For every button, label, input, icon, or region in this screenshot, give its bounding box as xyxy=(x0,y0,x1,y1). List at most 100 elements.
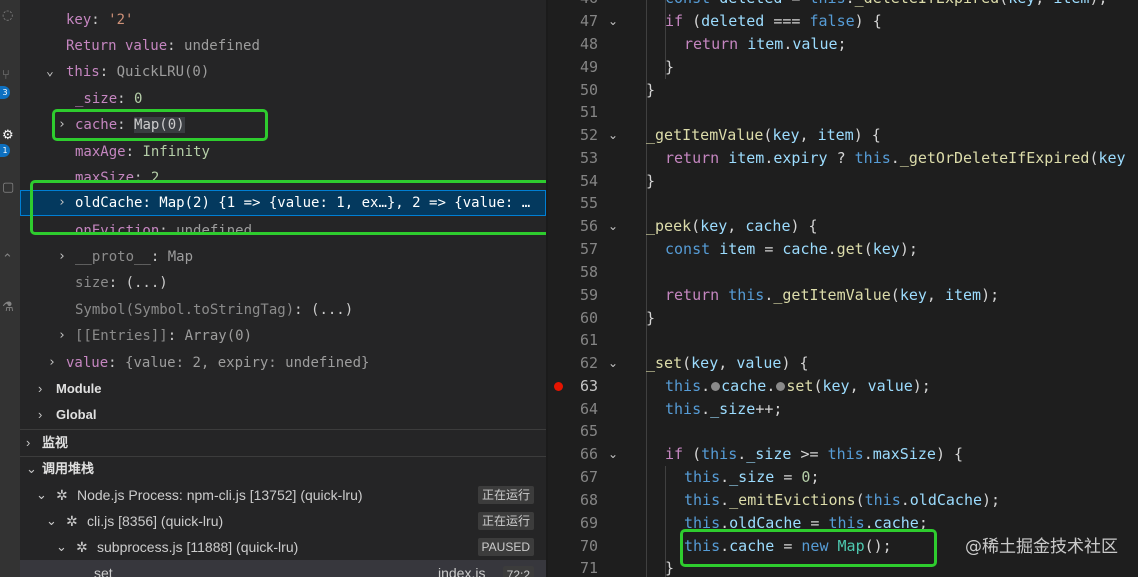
highlight-box xyxy=(52,109,268,141)
bug-icon: ✲ xyxy=(56,487,68,503)
code-line: this._emitEvictions(this.oldCache); xyxy=(684,491,1001,509)
line-number: 69 xyxy=(579,514,598,532)
var-this[interactable]: ⌄ this: QuickLRU(0) xyxy=(20,59,546,85)
scope-global[interactable]: › Global xyxy=(20,402,546,428)
code-line: _set(key, value) { xyxy=(646,354,809,372)
debug-icon[interactable]: ⚙ xyxy=(2,128,14,143)
highlight-box xyxy=(680,529,937,567)
line-number: 52 xyxy=(579,126,598,144)
callstack-section-header[interactable]: ⌄ 调用堆栈 xyxy=(20,456,546,482)
line-number: 67 xyxy=(579,468,598,486)
line-number: 54 xyxy=(579,172,598,190)
fold-chevron-icon[interactable]: ⌄ xyxy=(608,215,620,238)
line-number: 59 xyxy=(579,286,598,304)
callstack-frame[interactable]: set index.js 72:2 xyxy=(20,560,546,577)
status-badge: PAUSED xyxy=(477,538,534,556)
bug-icon: ✲ xyxy=(66,513,78,529)
chevron-down-icon[interactable]: ⌄ xyxy=(36,482,54,508)
activity-bar: ◌ ⑂ 3 ⚙ 1 ▢ ⌃ ⚗ xyxy=(0,0,20,577)
scope-module[interactable]: › Module xyxy=(20,376,546,402)
code-line: return item.value; xyxy=(684,35,847,53)
chevron-down-icon[interactable]: ⌄ xyxy=(56,534,74,560)
code-line: if (this._size >= this.maxSize) { xyxy=(665,445,964,463)
chevron-down-icon[interactable]: ⌄ xyxy=(46,508,64,534)
line-number: 46 xyxy=(548,0,598,10)
callstack-item[interactable]: ⌄ ✲ cli.js [8356] (quick-lru) 正在运行 xyxy=(20,508,546,534)
line-number: 71 xyxy=(579,559,598,577)
fold-chevron-icon[interactable]: ⌄ xyxy=(608,443,620,466)
var-key[interactable]: key: '2' xyxy=(20,7,546,33)
remote-icon[interactable]: ⌃ xyxy=(2,252,13,267)
callstack-item[interactable]: ⌄ ✲ Node.js Process: npm-cli.js [13752] … xyxy=(20,482,546,508)
position-badge: 72:2 xyxy=(502,566,534,577)
chevron-right-icon[interactable]: › xyxy=(48,350,58,376)
line-number: 47 xyxy=(579,12,598,30)
var-entries[interactable]: › [[Entries]]: Array(0) xyxy=(20,323,546,349)
fold-chevron-icon[interactable]: ⌄ xyxy=(608,10,620,33)
line-number: 65 xyxy=(579,422,598,440)
code-line: const item = cache.get(key); xyxy=(665,240,918,258)
debug-sidebar: ⋯ key: '2' Return value: undefined ⌄ thi… xyxy=(20,0,546,577)
status-badge: 正在运行 xyxy=(477,512,534,530)
line-number: 50 xyxy=(579,81,598,99)
code-line: this. cache. set(key, value); xyxy=(665,377,931,395)
var-maxage[interactable]: maxAge: Infinity xyxy=(20,139,546,165)
code-line: } xyxy=(646,172,656,190)
code-line: _peek(key, cache) { xyxy=(646,217,818,235)
chevron-down-icon[interactable]: ⌄ xyxy=(46,59,56,85)
code-line: return item.expiry ? this._getOrDeleteIf… xyxy=(665,149,1126,167)
line-number: 56 xyxy=(579,217,598,235)
line-number: 57 xyxy=(579,240,598,258)
chevron-right-icon[interactable]: › xyxy=(38,376,48,402)
watch-section-header[interactable]: › 监视 xyxy=(20,430,546,456)
extensions-icon[interactable]: ▢ xyxy=(2,180,14,195)
chevron-right-icon[interactable]: › xyxy=(58,244,68,270)
line-number: 68 xyxy=(579,491,598,509)
chevron-right-icon[interactable]: › xyxy=(38,402,48,428)
scm-badge: 3 xyxy=(0,86,10,99)
test-icon[interactable]: ⚗ xyxy=(2,300,14,315)
callstack-item[interactable]: ⌄ ✲ subprocess.js [11888] (quick-lru) PA… xyxy=(20,534,546,560)
more-actions-icon[interactable]: ⋯ xyxy=(520,0,533,7)
highlight-box xyxy=(30,180,546,235)
var-symbol[interactable]: Symbol(Symbol.toStringTag): (...) xyxy=(20,297,546,323)
code-line: } xyxy=(646,81,656,99)
code-editor[interactable]: 46 47 48 49 50 51 52 53 54 55 56 57 58 5… xyxy=(548,0,1138,577)
line-number: 61 xyxy=(579,331,598,349)
status-badge: 正在运行 xyxy=(477,486,534,504)
var-size-getter[interactable]: size: (...) xyxy=(20,270,546,296)
line-number: 48 xyxy=(579,35,598,53)
search-icon[interactable]: ◌ xyxy=(2,8,13,23)
line-number: 58 xyxy=(579,263,598,281)
code-line: this._size++; xyxy=(665,400,783,418)
fold-chevron-icon[interactable]: ⌄ xyxy=(608,124,620,147)
source-control-icon[interactable]: ⑂ xyxy=(2,68,10,83)
debug-badge: 1 xyxy=(0,144,10,157)
line-number: 49 xyxy=(579,58,598,76)
line-number: 51 xyxy=(579,103,598,121)
line-number: 53 xyxy=(579,149,598,167)
bug-icon: ✲ xyxy=(76,539,88,555)
line-number: 60 xyxy=(579,309,598,327)
line-number: 55 xyxy=(579,194,598,212)
code-line: return this._getItemValue(key, item); xyxy=(665,286,1000,304)
line-number: 66 xyxy=(579,445,598,463)
chevron-right-icon[interactable]: › xyxy=(26,430,36,456)
code-line: } xyxy=(646,309,656,327)
chevron-down-icon[interactable]: ⌄ xyxy=(26,456,37,482)
code-line: this._size = 0; xyxy=(684,468,820,486)
var-proto[interactable]: › __proto__: Map xyxy=(20,244,546,270)
code-line: } xyxy=(665,559,675,577)
var-value[interactable]: › value: {value: 2, expiry: undefined} xyxy=(20,350,546,376)
var-return-value[interactable]: Return value: undefined xyxy=(20,33,546,59)
code-line: if (deleted === false) { xyxy=(665,12,882,30)
code-line: } xyxy=(665,58,675,76)
chevron-right-icon[interactable]: › xyxy=(58,323,68,349)
line-number: 70 xyxy=(579,537,598,555)
line-number: 64 xyxy=(579,400,598,418)
code-line: const deleted = this._deleteIfExpired(ke… xyxy=(665,0,1108,10)
code-line: _getItemValue(key, item) { xyxy=(646,126,881,144)
breakpoint-icon[interactable] xyxy=(554,382,563,391)
line-number: 62 xyxy=(579,354,598,372)
fold-chevron-icon[interactable]: ⌄ xyxy=(608,352,620,375)
